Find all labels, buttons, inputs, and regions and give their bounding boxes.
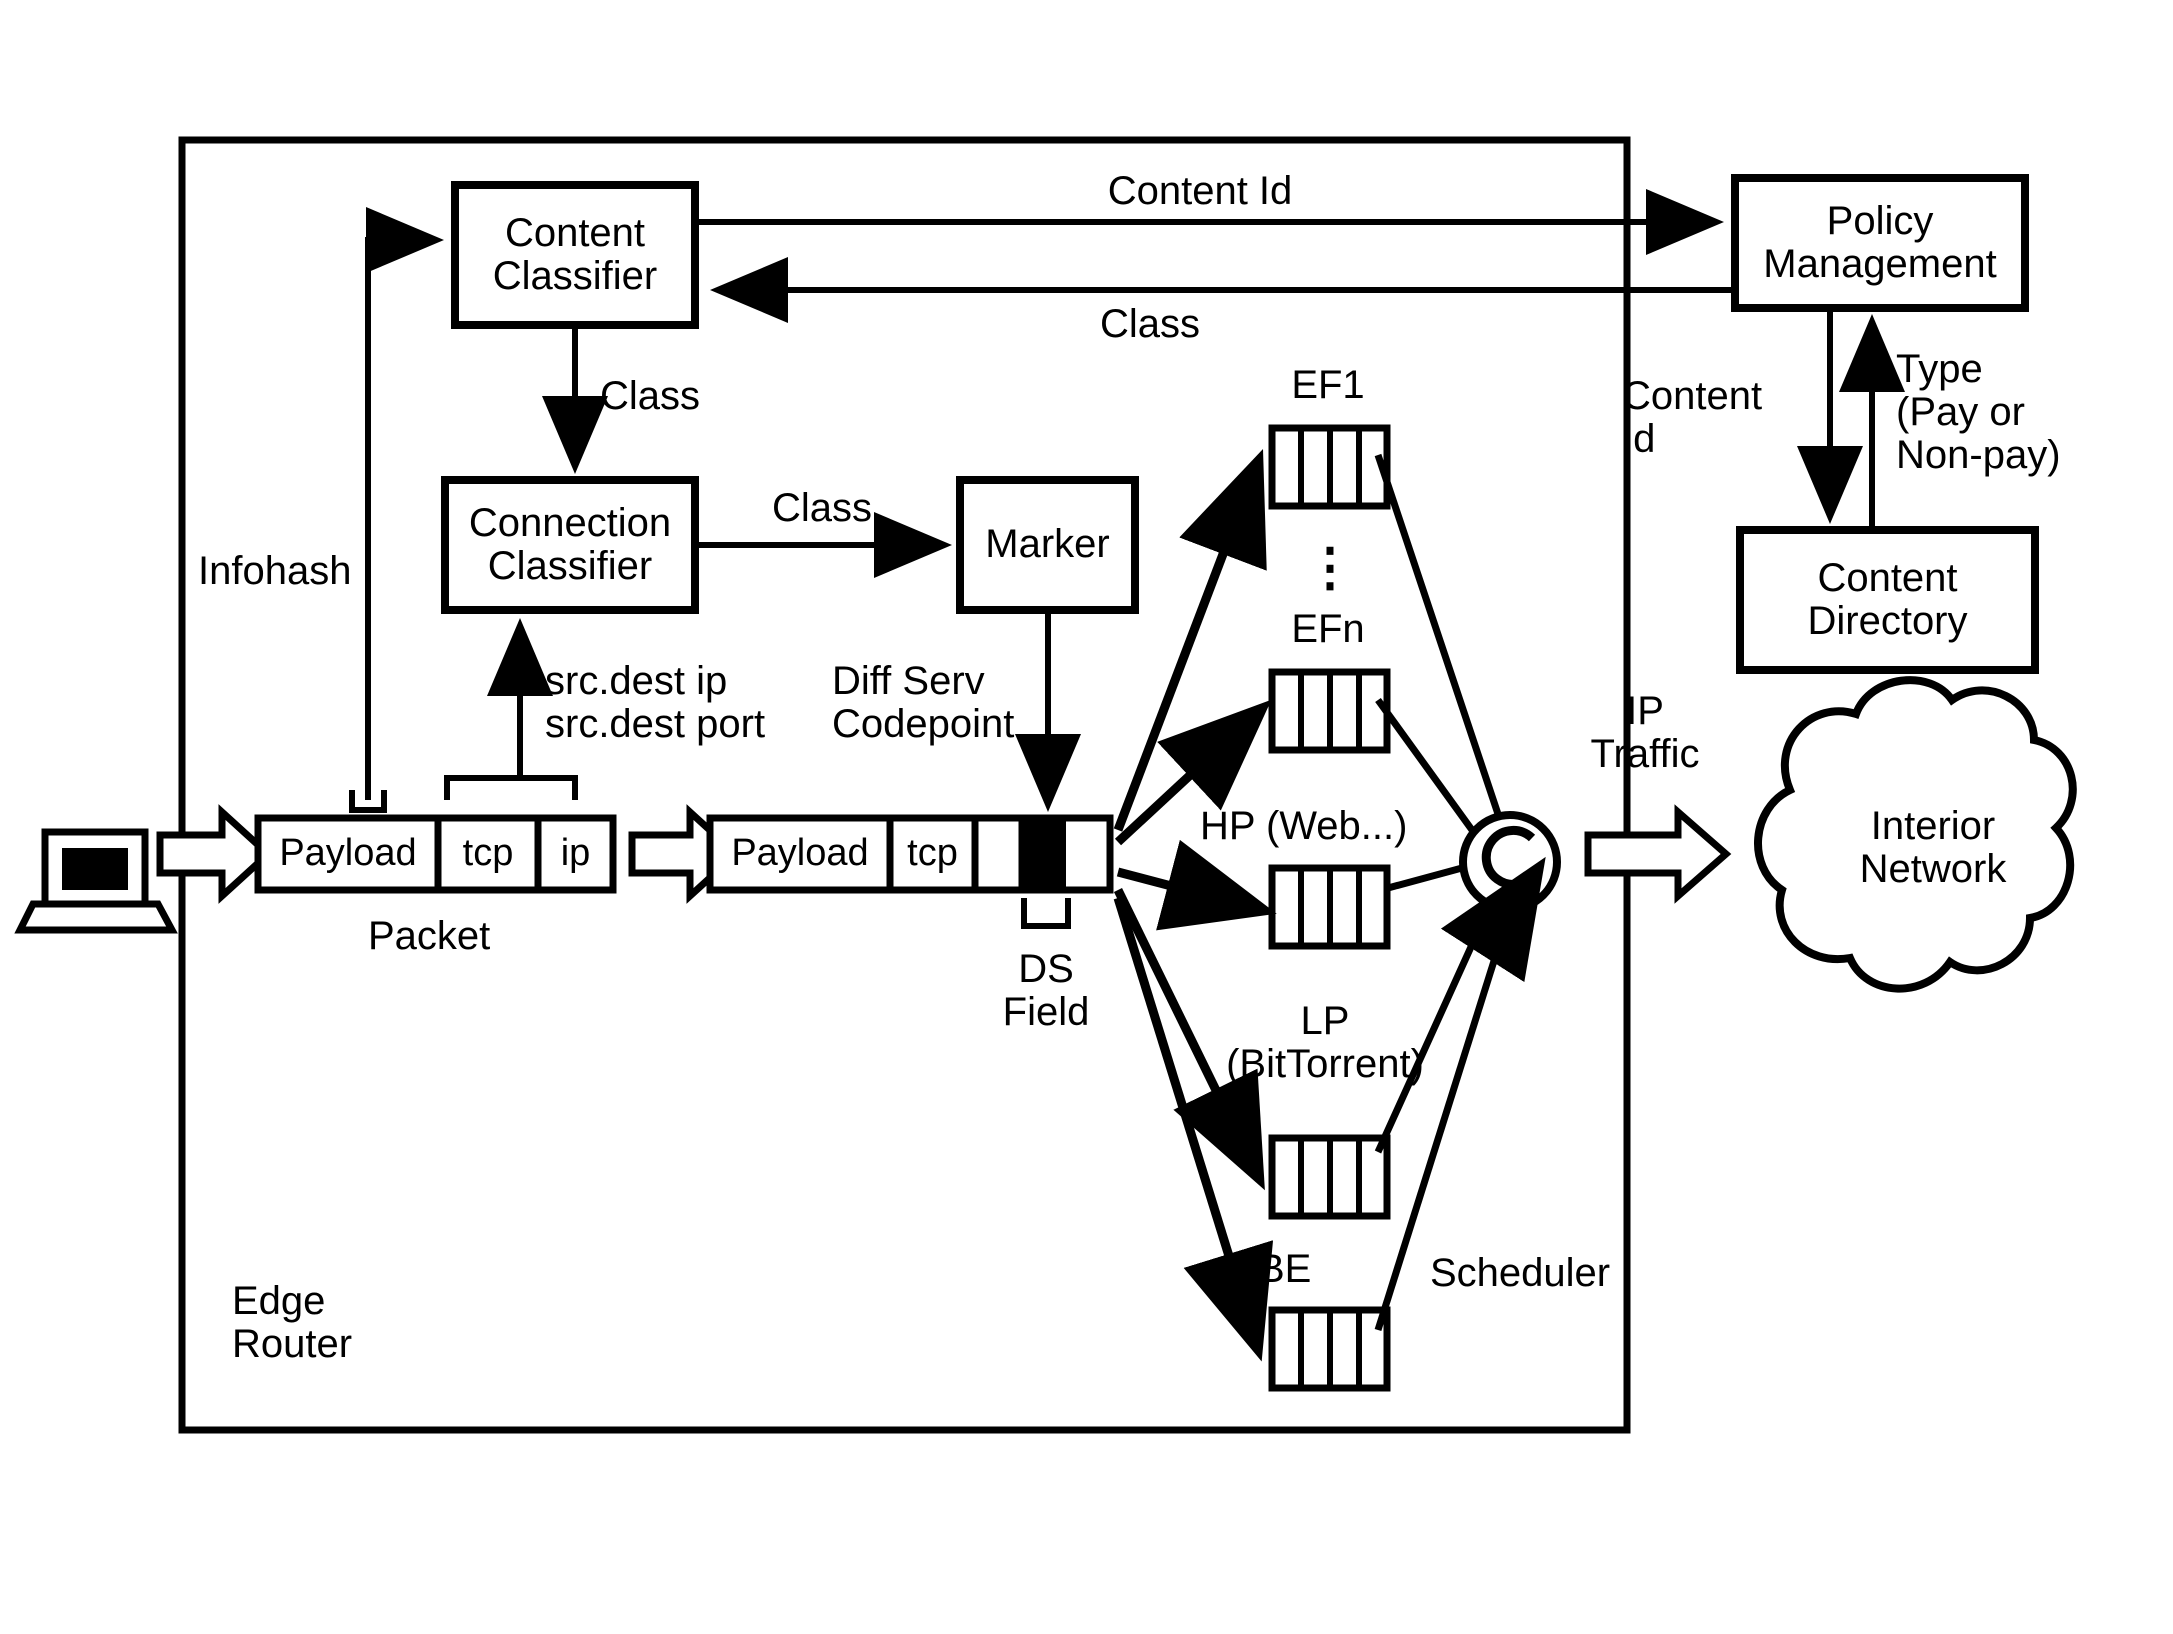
- content-classifier-label: Content Classifier: [492, 210, 658, 298]
- queue-LP[interactable]: [1268, 1134, 1391, 1220]
- arrow-to-HP: [1116, 839, 1277, 931]
- connection-classifier-label: Connection Classifier: [468, 500, 672, 588]
- class-to-marker-label: Class: [772, 486, 873, 530]
- packet-in-field-payload: Payload: [279, 832, 417, 875]
- src-dest-label: src.dest ip src.dest port: [545, 659, 766, 747]
- line-HP-to-scheduler: [1387, 864, 1463, 892]
- block-arrow-in-1: [156, 804, 274, 904]
- block-arrow-out: [1584, 804, 1732, 904]
- infohash-label: Infohash: [198, 549, 352, 593]
- ds-field-marked: [1022, 818, 1066, 890]
- edge-router-label: Edge Router: [232, 1279, 353, 1367]
- content-id-top-label: Content Id: [1107, 169, 1293, 213]
- queue-BE[interactable]: [1268, 1306, 1391, 1392]
- scheduler-label: Scheduler: [1430, 1251, 1611, 1295]
- queue-label-LP: LP (BitTorrent): [1226, 999, 1424, 1087]
- queue-EF1[interactable]: [1268, 424, 1391, 510]
- class-policy-label: Class: [1099, 302, 1201, 346]
- queue-ellipsis: ⋮: [1304, 539, 1356, 597]
- ip-traffic-label: IP Traffic: [1590, 689, 1700, 777]
- queue-label-HP: HP (Web...): [1200, 804, 1408, 848]
- content-id-down-label: Content Id: [1622, 374, 1763, 462]
- queue-label-BE: BE: [1258, 1247, 1312, 1291]
- arrow-infohash-to-content-classifier: [365, 207, 444, 800]
- packet-label: Packet: [368, 914, 491, 958]
- ds-field-bracket: [1021, 898, 1071, 929]
- type-pay-label: Type (Pay or Non-pay): [1896, 347, 2061, 478]
- packet-out-field-payload: Payload: [731, 832, 869, 875]
- diff-serv-codepoint-label: Diff Serv Codepoint: [832, 659, 1015, 747]
- content-directory-label: Content Directory: [1807, 555, 1968, 643]
- marker-label: Marker: [985, 522, 1110, 567]
- queue-label-EFn: EFn: [1291, 607, 1365, 651]
- ds-field-label: DS Field: [1002, 947, 1090, 1035]
- class-to-connection-label: Class: [600, 374, 701, 418]
- src-dest-bracket: [444, 775, 578, 800]
- policy-management-label: Policy Management: [1763, 198, 1997, 286]
- queue-HP[interactable]: [1268, 864, 1391, 950]
- diagram-canvas: Content Classifier Connection Classifier…: [0, 0, 2173, 1634]
- packet-in-field-tcp: tcp: [462, 832, 514, 875]
- queue-EFn[interactable]: [1268, 668, 1391, 754]
- interior-network-label: Interior Network: [1859, 804, 2007, 892]
- packet-out-field-tcp: tcp: [907, 832, 958, 875]
- computer-icon: [14, 828, 178, 934]
- queue-label-EF1: EF1: [1291, 363, 1365, 407]
- packet-in-field-ip: ip: [560, 832, 591, 875]
